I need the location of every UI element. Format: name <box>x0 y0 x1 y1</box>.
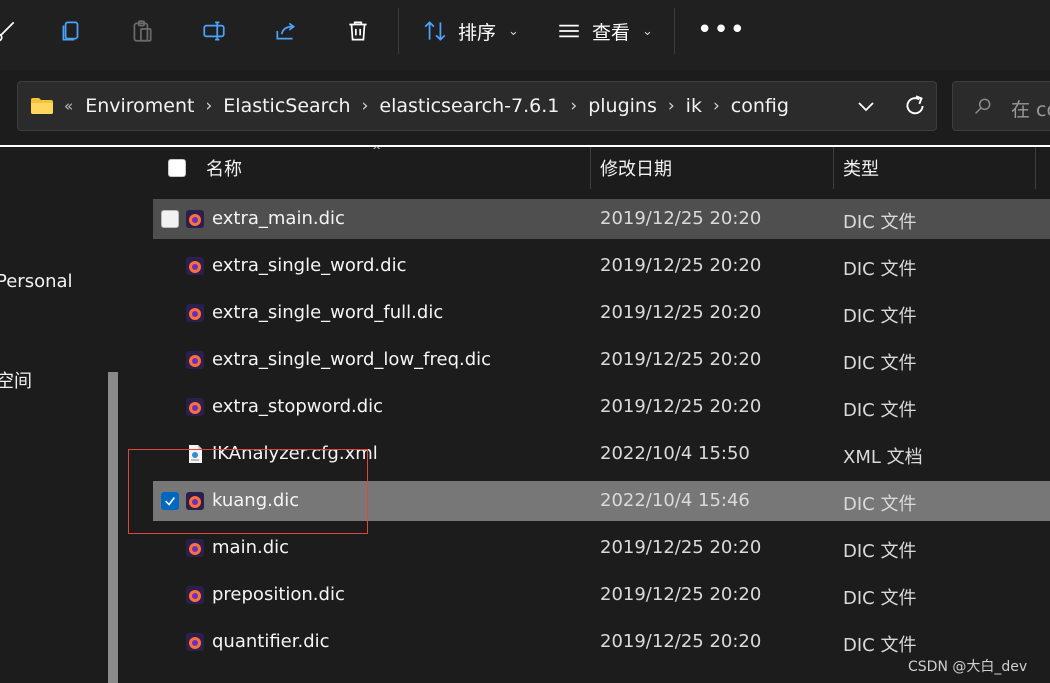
row-checkbox[interactable] <box>161 210 179 228</box>
breadcrumb: « Enviroment › ElasticSearch › elasticse… <box>30 82 789 130</box>
chevron-right-icon[interactable]: › <box>713 96 720 116</box>
refresh-icon[interactable] <box>902 93 928 119</box>
file-name: main.dic <box>212 537 290 558</box>
chevron-down-icon: ⌄ <box>642 23 653 39</box>
firefox-file-icon <box>186 539 204 557</box>
breadcrumb-item-elasticsearch[interactable]: ElasticSearch <box>223 95 350 117</box>
file-type: DIC 文件 <box>843 259 917 280</box>
delete-icon[interactable] <box>343 16 373 46</box>
file-modified: 2019/12/25 20:20 <box>600 208 762 229</box>
command-bar: 排序 ⌄ 查看 ⌄ ••• <box>0 0 1050 70</box>
firefox-file-icon <box>186 398 204 416</box>
firefox-file-icon <box>186 257 204 275</box>
column-header-modified[interactable]: 修改日期 <box>600 147 672 189</box>
paste-icon <box>127 16 157 46</box>
share-icon[interactable] <box>271 16 301 46</box>
search-placeholder: 在 co <box>1011 99 1050 121</box>
chevron-right-icon[interactable]: › <box>362 96 369 116</box>
file-modified: 2019/12/25 20:20 <box>600 631 762 652</box>
rename-icon[interactable] <box>199 16 229 46</box>
column-header: 名称 修改日期 类型 <box>150 147 1050 189</box>
column-resize-handle[interactable] <box>1035 147 1036 189</box>
file-type: DIC 文件 <box>843 400 917 421</box>
breadcrumb-item-ik[interactable]: ik <box>686 95 702 117</box>
file-name: extra_main.dic <box>212 208 345 229</box>
file-type: DIC 文件 <box>843 635 917 656</box>
chevron-right-icon[interactable]: › <box>205 96 212 116</box>
chevron-right-icon[interactable]: › <box>668 96 675 116</box>
address-bar[interactable]: « Enviroment › ElasticSearch › elasticse… <box>17 81 937 131</box>
file-modified: 2019/12/25 20:20 <box>600 349 762 370</box>
file-type: DIC 文件 <box>843 588 917 609</box>
breadcrumb-overflow[interactable]: « <box>64 97 73 115</box>
view-label: 查看 <box>592 21 631 44</box>
file-modified: 2022/10/4 15:50 <box>600 443 750 464</box>
view-button[interactable]: 查看 ⌄ <box>556 16 653 46</box>
file-type: DIC 文件 <box>843 306 917 327</box>
file-type: DIC 文件 <box>843 541 917 562</box>
file-type: XML 文档 <box>843 447 923 468</box>
file-type: DIC 文件 <box>843 353 917 374</box>
breadcrumb-item-config[interactable]: config <box>731 95 789 117</box>
file-name: preposition.dic <box>212 584 345 605</box>
toolbar-separator <box>674 8 675 54</box>
firefox-file-icon <box>186 210 204 228</box>
select-all-checkbox[interactable] <box>168 147 186 189</box>
breadcrumb-item-plugins[interactable]: plugins <box>588 95 657 117</box>
highlight-annotation-box <box>128 449 368 534</box>
sidebar-scrollbar[interactable] <box>108 372 118 683</box>
search-icon <box>974 98 991 115</box>
search-box[interactable]: 在 co <box>952 81 1050 131</box>
file-modified: 2019/12/25 20:20 <box>600 537 762 558</box>
chevron-down-icon: ⌄ <box>508 23 519 39</box>
file-name: extra_stopword.dic <box>212 396 384 417</box>
firefox-file-icon <box>186 586 204 604</box>
table-row[interactable]: extra_stopword.dic 2019/12/25 20:20 DIC … <box>153 387 1050 427</box>
folder-icon <box>31 98 53 114</box>
file-type: DIC 文件 <box>843 212 917 233</box>
table-row[interactable]: preposition.dic 2019/12/25 20:20 DIC 文件 <box>153 575 1050 615</box>
sidebar-item-workspace[interactable]: 空间 <box>0 367 32 393</box>
watermark: CSDN @大白_dev <box>908 659 1028 675</box>
file-modified: 2022/10/4 15:46 <box>600 490 750 511</box>
file-modified: 2019/12/25 20:20 <box>600 302 762 323</box>
file-name: extra_single_word_full.dic <box>212 302 444 323</box>
address-history-chevron-icon[interactable] <box>854 94 878 118</box>
column-resize-handle[interactable] <box>833 147 834 189</box>
table-row[interactable]: main.dic 2019/12/25 20:20 DIC 文件 <box>153 528 1050 568</box>
more-options-button[interactable]: ••• <box>697 17 746 43</box>
table-row[interactable]: extra_single_word_full.dic 2019/12/25 20… <box>153 293 1050 333</box>
file-name: quantifier.dic <box>212 631 330 652</box>
file-name: extra_single_word.dic <box>212 255 407 276</box>
file-modified: 2019/12/25 20:20 <box>600 584 762 605</box>
breadcrumb-item-elasticsearch-version[interactable]: elasticsearch-7.6.1 <box>379 95 559 117</box>
sort-icon <box>424 21 446 41</box>
table-row[interactable]: extra_single_word_low_freq.dic 2019/12/2… <box>153 340 1050 380</box>
toolbar-separator <box>398 8 399 54</box>
column-resize-handle[interactable] <box>590 147 591 189</box>
table-row[interactable]: extra_main.dic 2019/12/25 20:20 DIC 文件 <box>153 199 1050 239</box>
file-name: extra_single_word_low_freq.dic <box>212 349 492 370</box>
firefox-file-icon <box>186 351 204 369</box>
firefox-file-icon <box>186 633 204 651</box>
breadcrumb-item-enviroment[interactable]: Enviroment <box>85 95 194 117</box>
copy-icon[interactable] <box>56 16 86 46</box>
firefox-file-icon <box>186 304 204 322</box>
table-row[interactable]: extra_single_word.dic 2019/12/25 20:20 D… <box>153 246 1050 286</box>
file-modified: 2019/12/25 20:20 <box>600 255 762 276</box>
select-all-checkbox-box[interactable] <box>168 159 186 177</box>
sort-label: 排序 <box>458 21 497 44</box>
view-icon <box>559 24 579 38</box>
file-type: DIC 文件 <box>843 494 917 515</box>
chevron-right-icon[interactable]: › <box>570 96 577 116</box>
sort-button[interactable]: 排序 ⌄ <box>422 16 519 46</box>
column-header-type[interactable]: 类型 <box>843 147 879 189</box>
cut-icon[interactable] <box>0 16 20 46</box>
file-modified: 2019/12/25 20:20 <box>600 396 762 417</box>
column-header-name[interactable]: 名称 <box>206 147 242 189</box>
sidebar-item-personal[interactable]: Personal <box>0 271 73 292</box>
